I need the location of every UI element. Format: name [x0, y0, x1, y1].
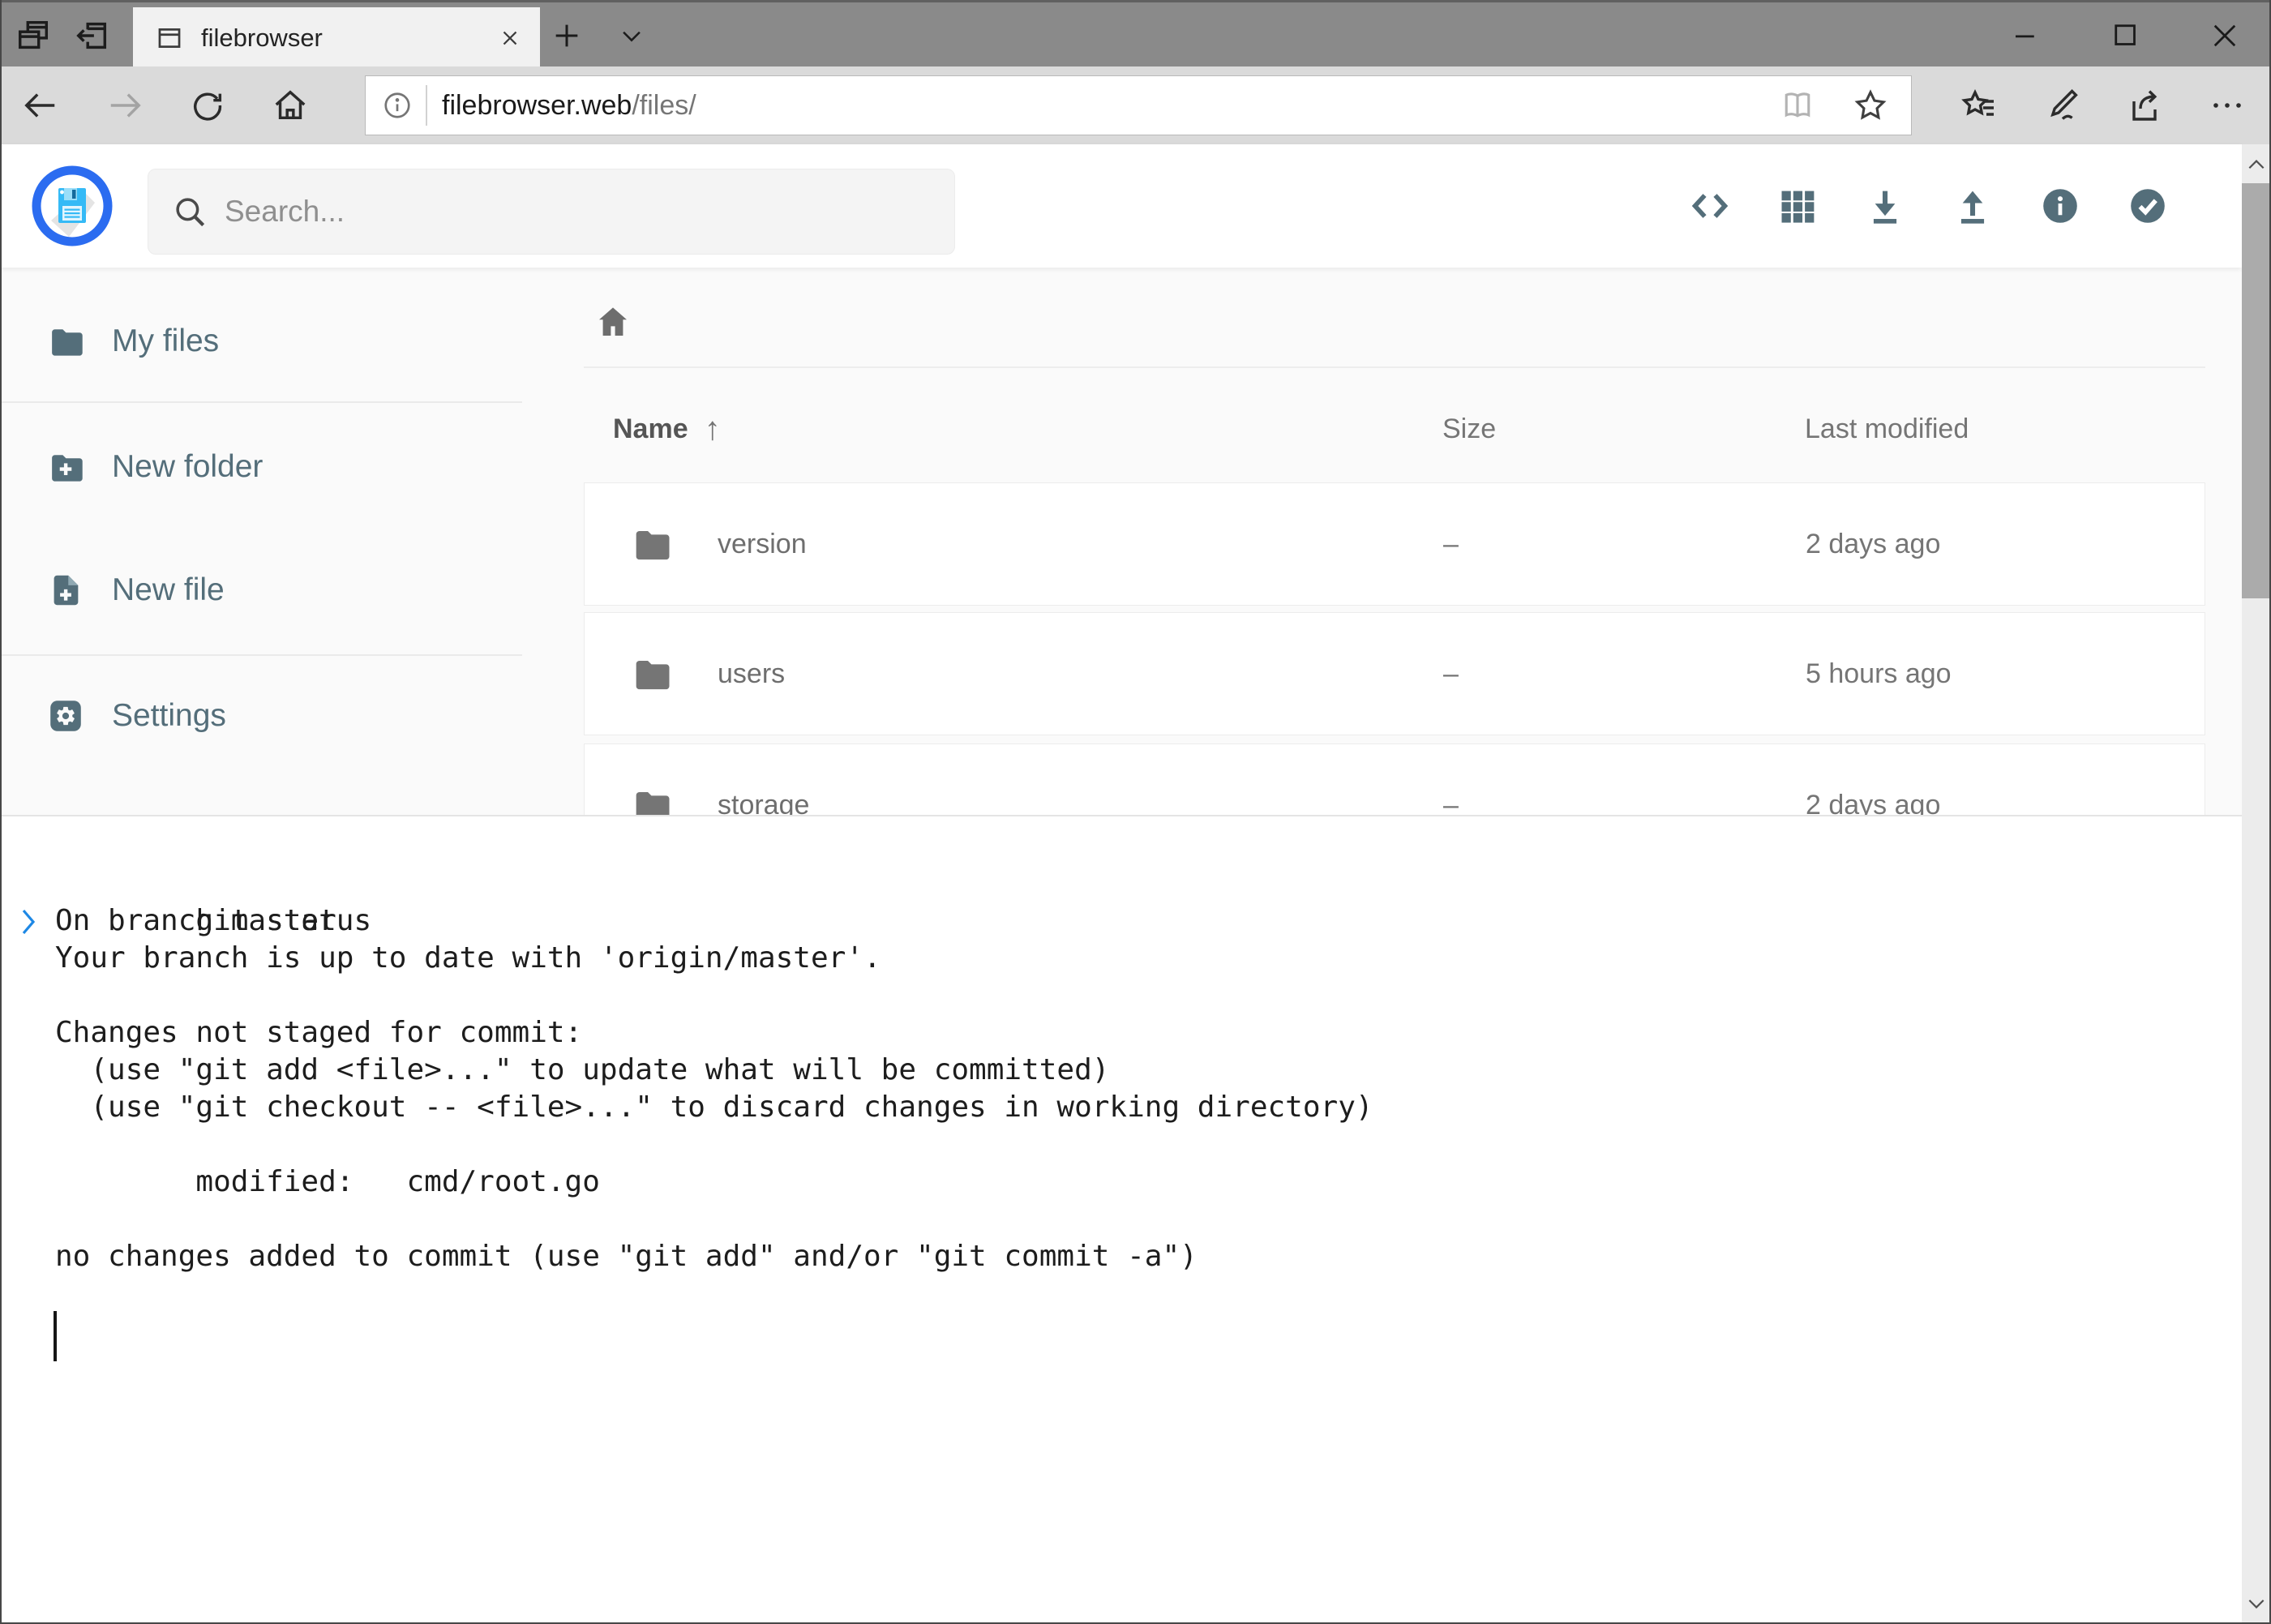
shell-icon[interactable] — [1689, 185, 1731, 227]
more-dots-icon[interactable] — [2208, 86, 2247, 125]
set-tabs-aside-button[interactable] — [70, 14, 114, 58]
folder-icon — [47, 323, 84, 360]
listing-divider — [584, 366, 2205, 368]
search-input[interactable]: Search... — [148, 169, 955, 255]
upload-icon[interactable] — [1952, 185, 1994, 227]
floppy-disk-logo[interactable] — [32, 165, 113, 246]
sidebar-item-label: Settings — [112, 698, 226, 734]
hub-star-icon[interactable] — [1960, 86, 1999, 125]
sidebar-divider — [0, 401, 522, 403]
folder-icon — [628, 524, 674, 564]
forward-button[interactable] — [105, 86, 144, 125]
column-header-size[interactable]: Size — [1442, 388, 1496, 470]
grid-view-icon[interactable] — [1776, 185, 1819, 227]
address-bar-row: filebrowser.web/files/ — [0, 66, 2271, 144]
file-name: version — [718, 483, 807, 605]
download-icon[interactable] — [1864, 185, 1906, 227]
info-circle-icon[interactable] — [382, 90, 413, 121]
terminal-panel[interactable]: git status On branch master Your branch … — [0, 815, 2242, 1624]
home-icon — [272, 87, 309, 124]
web-notes-pen-icon[interactable] — [2042, 86, 2081, 125]
header-action-icons — [1689, 144, 2169, 268]
new-tab-button[interactable] — [545, 14, 589, 58]
share-icon[interactable] — [2125, 86, 2164, 125]
tab-bar: filebrowser — [0, 0, 2271, 66]
maximize-icon — [2109, 19, 2143, 53]
new-file-icon — [47, 572, 84, 609]
chevron-down-icon — [618, 22, 645, 49]
sidebar-item-new-file[interactable]: New file — [0, 551, 522, 629]
file-modified: 2 days ago — [1806, 483, 1940, 605]
back-arrow-icon — [22, 87, 59, 124]
breadcrumb-home-icon[interactable] — [593, 302, 632, 341]
page-favicon-icon — [156, 24, 183, 52]
tab-list-button[interactable] — [610, 14, 653, 58]
url-host: filebrowser.web — [442, 90, 632, 121]
back-button[interactable] — [21, 86, 60, 125]
filebrowser-page: Search... — [0, 144, 2271, 1624]
search-placeholder: Search... — [225, 195, 345, 229]
file-name: users — [718, 613, 785, 735]
sidebar-item-new-folder[interactable]: New folder — [0, 428, 522, 506]
new-folder-icon — [47, 448, 84, 486]
scrollbar-down-button[interactable] — [2242, 1585, 2271, 1621]
column-label: Name — [613, 413, 688, 445]
favorite-star-icon[interactable] — [1853, 88, 1888, 123]
tab-preview-icon — [15, 17, 52, 54]
set-tabs-aside-icon — [73, 17, 110, 54]
search-icon — [173, 195, 207, 229]
tab-title: filebrowser — [201, 24, 323, 53]
sort-ascending-icon: ↑ — [705, 411, 721, 448]
chevron-down-icon — [2246, 1592, 2267, 1613]
home-button[interactable] — [271, 86, 310, 125]
scrollbar-up-button[interactable] — [2242, 148, 2271, 183]
browser-window: filebrowser — [0, 0, 2271, 1624]
refresh-icon — [189, 87, 226, 124]
column-header-modified[interactable]: Last modified — [1805, 388, 1969, 470]
page-scrollbar[interactable] — [2242, 144, 2271, 1624]
url-separator — [426, 85, 427, 126]
sidebar-item-label: New file — [112, 572, 225, 608]
tab-filebrowser[interactable]: filebrowser — [133, 7, 540, 69]
terminal-command: git status — [195, 904, 371, 937]
refresh-button[interactable] — [188, 86, 227, 125]
close-icon — [2208, 19, 2242, 53]
info-icon[interactable] — [2039, 185, 2081, 227]
file-row-version[interactable]: version – 2 days ago — [584, 482, 2205, 606]
url-text: filebrowser.web/files/ — [442, 90, 696, 122]
scrollbar-thumb[interactable] — [2242, 183, 2271, 598]
tab-preview-button[interactable] — [11, 14, 55, 58]
terminal-cursor — [54, 1311, 57, 1361]
file-modified: 5 hours ago — [1806, 613, 1952, 735]
url-path: /files/ — [632, 90, 696, 121]
terminal-output: On branch master Your branch is up to da… — [55, 865, 2226, 1275]
forward-arrow-icon — [106, 87, 144, 124]
tab-close-button[interactable] — [498, 26, 522, 50]
browser-toolbar-right — [1960, 66, 2247, 144]
column-header-name[interactable]: Name ↑ — [613, 388, 721, 470]
minimize-button[interactable] — [1988, 2, 2066, 69]
file-size: – — [1443, 483, 1459, 605]
sidebar-item-label: New folder — [112, 449, 263, 485]
maximize-button[interactable] — [2087, 2, 2165, 69]
sidebar-item-my-files[interactable]: My files — [0, 302, 522, 380]
sidebar-item-label: My files — [112, 324, 219, 359]
folder-icon — [628, 653, 674, 694]
listing-header: Name ↑ Size Last modified — [584, 388, 2205, 470]
file-row-users[interactable]: users – 5 hours ago — [584, 612, 2205, 735]
sidebar-item-settings[interactable]: Settings — [0, 677, 522, 755]
reading-view-book-icon[interactable] — [1780, 88, 1815, 123]
minimize-icon — [2010, 19, 2044, 53]
accept-check-icon[interactable] — [2127, 185, 2169, 227]
settings-gear-icon — [47, 697, 84, 735]
sidebar-divider — [0, 654, 522, 656]
terminal-prompt-line: git status — [55, 828, 2226, 865]
plus-icon — [551, 19, 583, 52]
file-size: – — [1443, 613, 1459, 735]
app-header: Search... — [0, 144, 2242, 268]
close-window-button[interactable] — [2186, 2, 2264, 69]
chevron-up-icon — [2246, 155, 2267, 176]
chevron-right-prompt-icon — [21, 833, 197, 1010]
url-field[interactable]: filebrowser.web/files/ — [365, 75, 1912, 135]
